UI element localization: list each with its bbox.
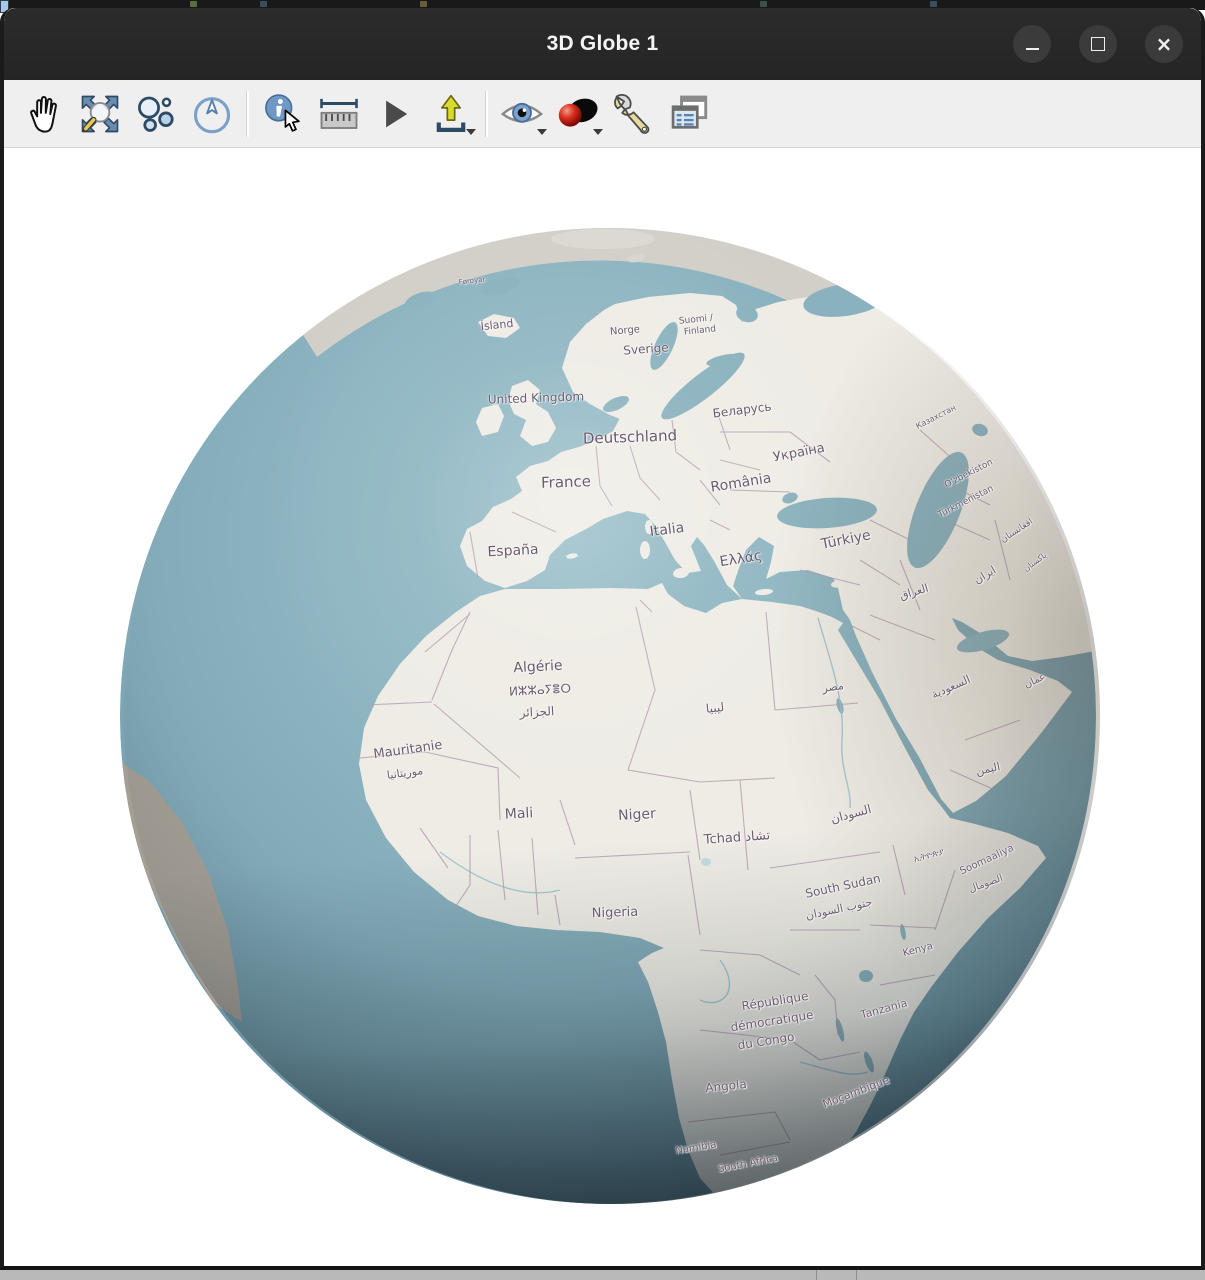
dropdown-caret [537,129,547,135]
globe-viewport[interactable]: FøroyarÍslandNorgeSverigeSuomi /FinlandU… [4,148,1201,1266]
zoom-full-button[interactable] [72,87,128,141]
polar-cap [551,229,655,249]
layers-panel-icon [667,92,713,136]
dropdown-caret [593,129,603,135]
panel-button[interactable] [662,87,718,141]
minimize-icon [1026,48,1039,51]
toolbar-separator [246,91,249,137]
circles-icon [135,93,177,135]
zoom-full-extent-icon [79,93,121,135]
toolbar-separator [485,91,488,137]
ruler-icon [316,93,362,135]
play-icon [375,94,415,134]
export-button[interactable] [423,87,479,141]
identify-button[interactable] [255,87,311,141]
configure-button[interactable] [606,87,662,141]
measure-button[interactable] [311,87,367,141]
hand-icon [24,92,64,136]
compass-icon [190,92,234,136]
maximize-icon [1091,37,1105,51]
maximize-button[interactable] [1079,25,1117,63]
toolbar [4,80,1201,148]
dropdown-caret [466,129,476,135]
globe-window: 3D Globe 1 × [0,8,1205,1270]
effects-button[interactable] [550,87,606,141]
zoom-circles-button[interactable] [128,87,184,141]
pan-camera-button[interactable] [16,87,72,141]
play-animation-button[interactable] [367,87,423,141]
minimize-button[interactable] [1013,25,1051,63]
desktop-strip-bottom [0,1270,1205,1280]
window-title: 3D Globe 1 [547,32,659,56]
close-icon: × [1156,34,1173,54]
identify-info-cursor-icon [261,92,305,136]
close-button[interactable]: × [1145,25,1183,63]
compass-view-button[interactable] [184,87,240,141]
wrench-icon [611,92,657,136]
madagascar [948,1068,1000,1114]
camera-view-button[interactable] [494,87,550,141]
globe-3d [4,148,1201,1266]
titlebar[interactable]: 3D Globe 1 × [4,8,1201,80]
